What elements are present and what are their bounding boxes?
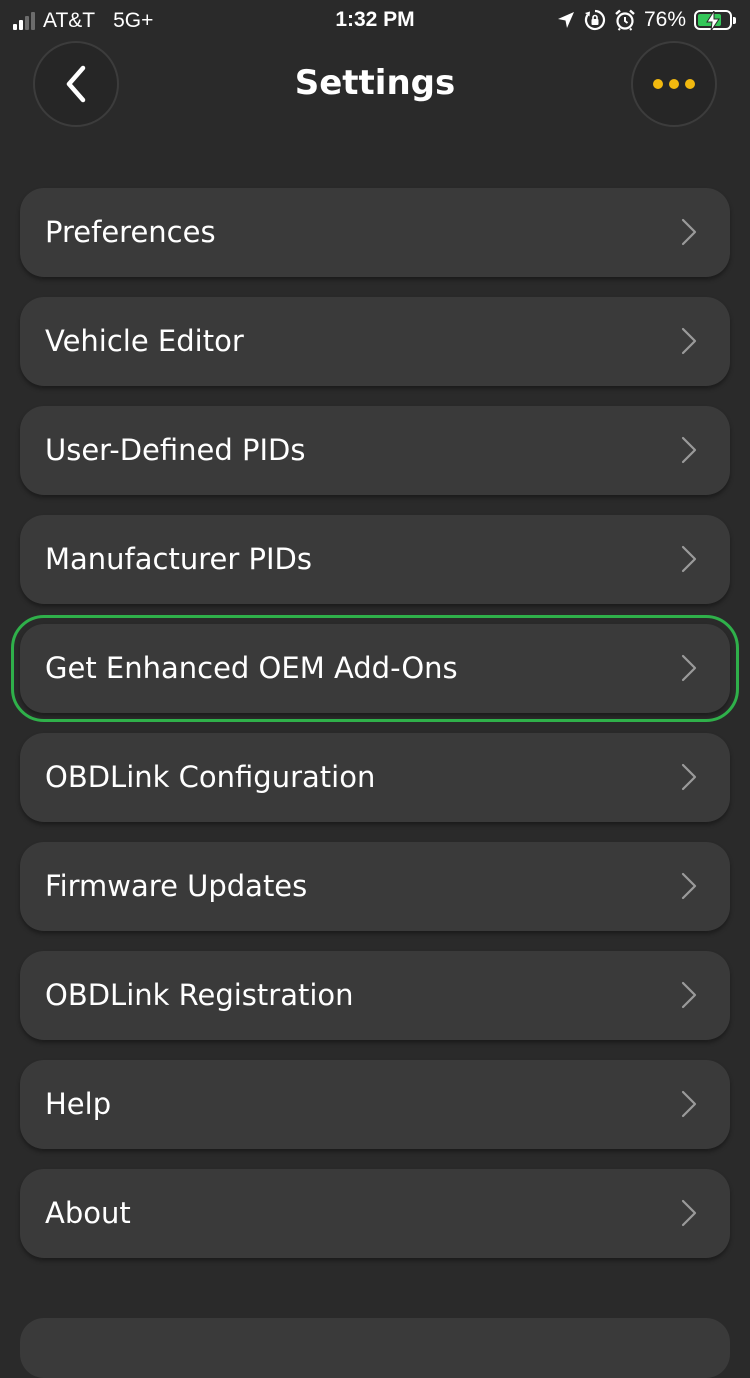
chevron-right-icon bbox=[681, 763, 697, 791]
status-right: 76% bbox=[556, 8, 736, 32]
chevron-right-icon bbox=[681, 1090, 697, 1118]
menu-item-label: OBDLink Registration bbox=[45, 978, 354, 1012]
menu-item-label: User-Defined PIDs bbox=[45, 433, 306, 467]
chevron-right-icon bbox=[681, 545, 697, 573]
more-options-button[interactable] bbox=[631, 41, 717, 127]
chevron-right-icon bbox=[681, 1199, 697, 1227]
menu-item-preferences[interactable]: Preferences bbox=[20, 188, 730, 277]
status-bar: AT&T 5G+ 1:32 PM 76% bbox=[0, 0, 750, 40]
menu-item-manufacturer-pids[interactable]: Manufacturer PIDs bbox=[20, 515, 730, 604]
menu-item-label: Get Enhanced OEM Add-Ons bbox=[45, 651, 458, 685]
chevron-right-icon bbox=[681, 654, 697, 682]
menu-item-label: Preferences bbox=[45, 215, 216, 249]
menu-item-label: Vehicle Editor bbox=[45, 324, 244, 358]
chevron-right-icon bbox=[681, 872, 697, 900]
menu-item-help[interactable]: Help bbox=[20, 1060, 730, 1149]
chevron-right-icon bbox=[681, 327, 697, 355]
chevron-right-icon bbox=[681, 981, 697, 1009]
menu-item-get-enhanced-oem-add-ons[interactable]: Get Enhanced OEM Add-Ons bbox=[11, 615, 739, 722]
nav-header: Settings bbox=[0, 40, 750, 130]
alarm-icon bbox=[614, 9, 636, 31]
menu-item-label: About bbox=[45, 1196, 131, 1230]
orientation-lock-icon bbox=[584, 9, 606, 31]
chevron-right-icon bbox=[681, 436, 697, 464]
menu-item-user-defined-pids[interactable]: User-Defined PIDs bbox=[20, 406, 730, 495]
settings-menu: Preferences Vehicle Editor User-Defined PI… bbox=[11, 188, 739, 1278]
menu-item-label: Manufacturer PIDs bbox=[45, 542, 312, 576]
menu-item-obdlink-registration[interactable]: OBDLink Registration bbox=[20, 951, 730, 1040]
menu-item-about[interactable]: About bbox=[20, 1169, 730, 1258]
battery-percent: 76% bbox=[643, 8, 686, 31]
menu-item-vehicle-editor[interactable]: Vehicle Editor bbox=[20, 297, 730, 386]
chevron-right-icon bbox=[681, 218, 697, 246]
menu-item-firmware-updates[interactable]: Firmware Updates bbox=[20, 842, 730, 931]
partial-menu-card bbox=[20, 1318, 730, 1378]
location-arrow-icon bbox=[556, 10, 576, 30]
battery-charging-icon bbox=[694, 10, 736, 31]
menu-item-obdlink-configuration[interactable]: OBDLink Configuration bbox=[20, 733, 730, 822]
menu-item-label: OBDLink Configuration bbox=[45, 760, 376, 794]
menu-item-label: Help bbox=[45, 1087, 112, 1121]
menu-item-label: Firmware Updates bbox=[45, 869, 308, 903]
ellipsis-icon bbox=[653, 79, 695, 89]
